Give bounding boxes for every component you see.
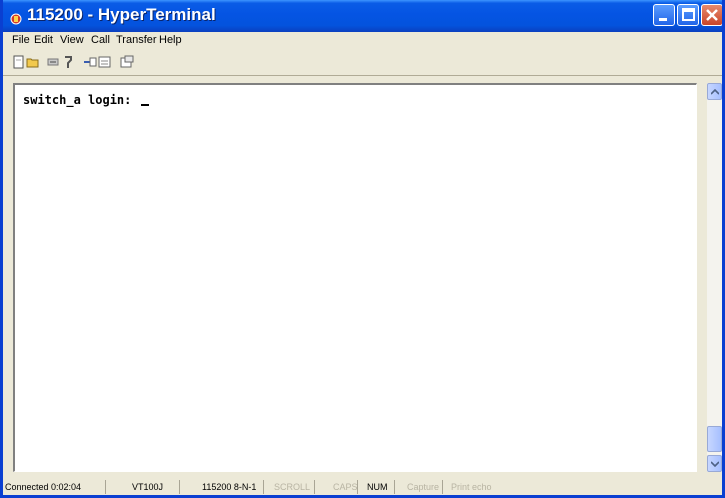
send-icon[interactable] (83, 54, 97, 68)
status-scroll: SCROLL (272, 480, 315, 494)
menu-edit[interactable]: Edit (34, 34, 53, 46)
status-num: NUM (365, 480, 395, 494)
status-print-echo: Print echo (451, 482, 492, 492)
status-settings: 115200 8-N-1 (200, 480, 264, 494)
menu-call[interactable]: Call (91, 34, 110, 46)
receive-icon[interactable] (98, 54, 112, 68)
terminal-cursor (140, 104, 149, 106)
scroll-thumb[interactable] (707, 426, 722, 452)
close-button[interactable] (701, 4, 722, 26)
arrow-up-icon (711, 89, 719, 95)
terminal-screen[interactable]: switch_a login: (13, 83, 697, 472)
vertical-scrollbar[interactable] (707, 83, 722, 472)
minimize-button[interactable] (653, 4, 675, 26)
menu-help[interactable]: Help (159, 34, 182, 46)
arrow-down-icon (711, 461, 719, 467)
status-emulation: VT100J (130, 480, 180, 494)
terminal-line: switch_a login: (23, 93, 149, 107)
menu-bar: File Edit View Call Transfer Help (3, 32, 722, 49)
connect-icon[interactable] (46, 54, 60, 68)
menu-view[interactable]: View (60, 34, 84, 46)
hyperterminal-window: 115200 - HyperTerminal File Edit View Ca… (0, 0, 725, 498)
properties-icon[interactable] (120, 54, 134, 68)
minimize-icon (659, 18, 667, 21)
hyperterminal-icon[interactable] (10, 10, 22, 25)
login-prompt: switch_a login: (23, 93, 139, 107)
toolbar (3, 49, 722, 76)
menu-transfer[interactable]: Transfer (116, 34, 157, 46)
status-bar: Connected 0:02:04 VT100J 115200 8-N-1 SC… (3, 480, 722, 495)
new-icon[interactable] (12, 54, 26, 69)
open-icon[interactable] (26, 54, 40, 68)
scroll-down-button[interactable] (707, 455, 722, 472)
window-title: 115200 - HyperTerminal (27, 5, 216, 24)
status-caps: CAPS (333, 480, 358, 494)
scroll-up-button[interactable] (707, 83, 722, 100)
maximize-button[interactable] (677, 4, 699, 26)
status-capture: Capture (405, 480, 443, 494)
status-connected: Connected 0:02:04 (3, 480, 106, 494)
title-bar[interactable]: 115200 - HyperTerminal (3, 0, 722, 32)
menu-file[interactable]: File (12, 34, 30, 46)
close-icon (706, 9, 718, 21)
disconnect-icon[interactable] (61, 54, 75, 68)
maximize-icon (682, 8, 695, 21)
